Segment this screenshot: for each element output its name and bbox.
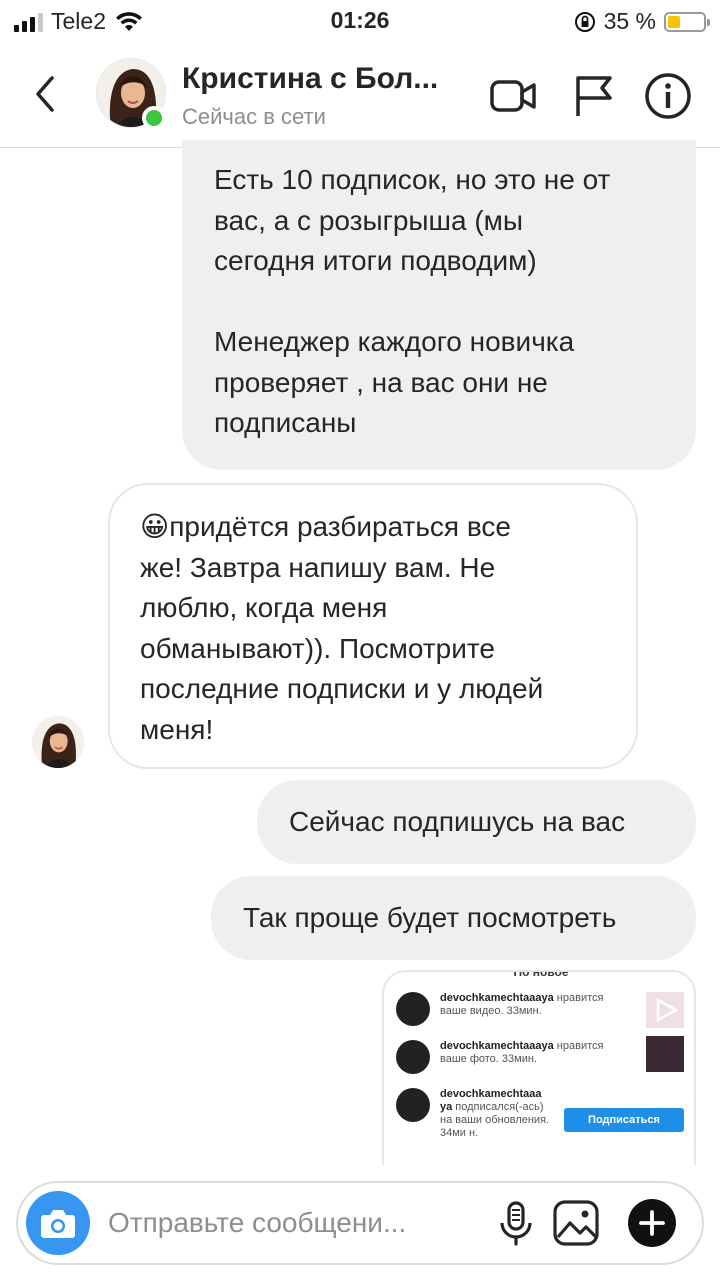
battery-percent: 35 %: [603, 8, 656, 34]
message-composer: [16, 1181, 704, 1265]
follow-button: Подписаться: [564, 1108, 684, 1132]
message-incoming[interactable]: 😀придётся разбираться все же! Завтра нап…: [108, 483, 638, 769]
orientation-lock-icon: [574, 11, 595, 32]
message-line: же! Завтра напишу вам. Не: [140, 551, 496, 583]
battery-fill: [668, 15, 680, 28]
online-status-dot: [142, 106, 166, 130]
message-line: Есть 10 подписок, но это не от: [214, 164, 611, 195]
message-line: подписаны: [214, 407, 357, 438]
contact-name[interactable]: Кристина с Бол...: [182, 62, 438, 96]
message-line: придётся разбираться все: [169, 511, 511, 542]
gallery-icon[interactable]: [550, 1197, 602, 1249]
status-bar: Tele2 01:26 35 %: [0, 0, 720, 40]
contact-status: Сейчас в сети: [182, 104, 326, 129]
notification-row: devochkamechtaaaya нравится ваше фото. 3…: [396, 1040, 630, 1074]
notification-user: devochkamechtaaaya: [440, 1040, 554, 1052]
notification-text: подписался(-ась) на ваши обновления. 34м…: [440, 1101, 550, 1139]
info-icon[interactable]: [642, 70, 694, 122]
notification-avatar: [396, 1040, 430, 1074]
message-line: последние подписки и у людей: [140, 673, 544, 704]
message-line: [214, 282, 666, 323]
notification-user: devochkamechtaaaya: [440, 992, 554, 1004]
message-line-first: 😀придётся разбираться все: [140, 507, 616, 548]
status-right: 35 %: [574, 8, 710, 35]
notification-row: devochkamechtaaaya нравится ваше видео. …: [396, 992, 630, 1026]
back-icon[interactable]: [28, 72, 64, 116]
message-line: сегодня итоги подводим): [214, 245, 537, 276]
sender-avatar[interactable]: [32, 716, 84, 768]
message-line: обманывают)). Посмотрите: [140, 632, 495, 664]
flag-icon[interactable]: [568, 70, 620, 122]
chat-header: Кристина с Бол... Сейчас в сети: [0, 40, 720, 148]
message-line: меня!: [140, 713, 214, 745]
message-outgoing[interactable]: Сейчас подпишусь на вас: [257, 780, 696, 864]
notification-row: devochkamechtaaa ya подписался(-ась) на …: [396, 1088, 552, 1140]
battery-icon: [664, 11, 710, 32]
notification-avatar: [396, 992, 430, 1026]
video-call-icon[interactable]: [488, 70, 540, 122]
notification-avatar: [396, 1088, 430, 1122]
plus-icon[interactable]: [626, 1197, 678, 1249]
image-header-text: По новое: [513, 970, 569, 979]
message-line: вас, а с розыгрыша (мы: [214, 204, 524, 236]
video-thumbnail: [646, 992, 684, 1028]
message-line: Менеджер каждого новичка: [214, 326, 575, 357]
microphone-icon[interactable]: [490, 1197, 542, 1249]
photo-thumbnail: [646, 1036, 684, 1072]
message-line: люблю, когда меня: [140, 592, 388, 623]
message-outgoing[interactable]: Так проще будет посмотреть: [211, 876, 696, 960]
camera-button[interactable]: [26, 1191, 90, 1255]
shared-image[interactable]: По новое devochkamechtaaaya нравится ваш…: [382, 970, 696, 1165]
message-line: проверяет , на вас они не: [214, 366, 548, 398]
message-input[interactable]: [108, 1201, 458, 1245]
message-outgoing[interactable]: Есть 10 подписок, но это не от вас, а с …: [182, 140, 696, 470]
camera-icon: [41, 1210, 75, 1238]
grinning-face-emoji: 😀: [140, 511, 170, 542]
